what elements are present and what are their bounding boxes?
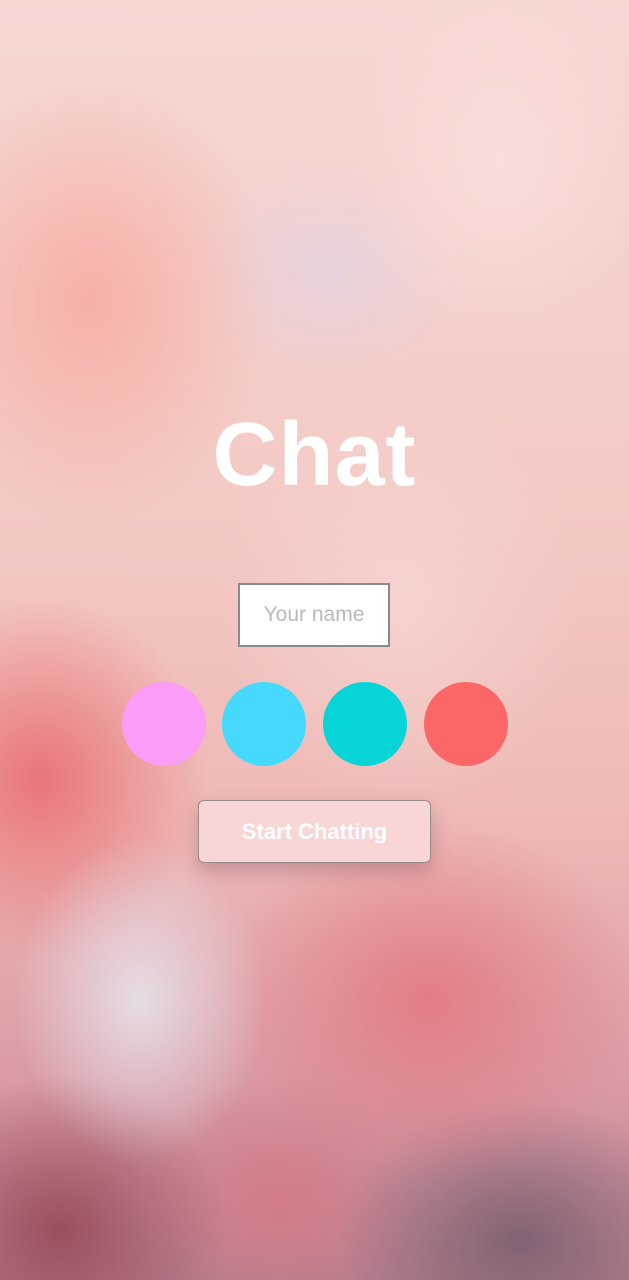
start-screen: Chat Start Chatting [0, 0, 629, 1280]
color-option-coral[interactable] [424, 682, 508, 766]
color-option-pink[interactable] [122, 682, 206, 766]
app-title: Chat [212, 405, 417, 505]
start-chatting-button[interactable]: Start Chatting [198, 800, 431, 863]
color-option-light-blue[interactable] [222, 682, 306, 766]
name-input[interactable] [238, 583, 390, 647]
color-option-teal[interactable] [323, 682, 407, 766]
